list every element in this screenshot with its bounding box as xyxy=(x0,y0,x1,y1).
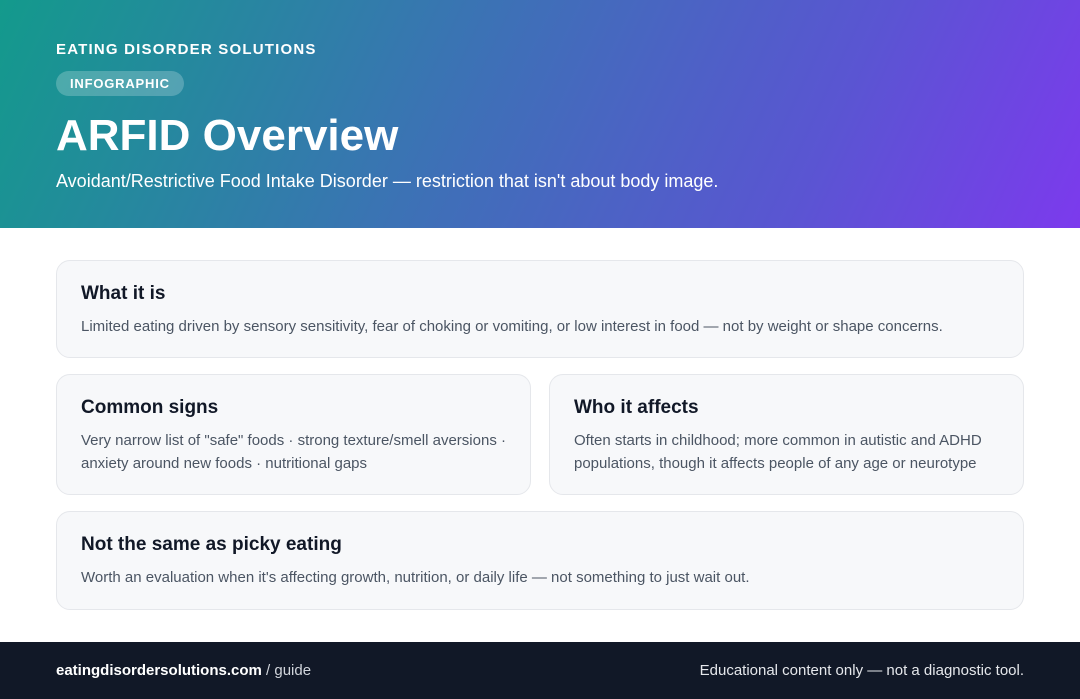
footer-disclaimer: Educational content only — not a diagnos… xyxy=(699,662,1024,679)
category-badge: INFOGRAPHIC xyxy=(56,71,184,96)
hero-header: EATING DISORDER SOLUTIONS INFOGRAPHIC AR… xyxy=(0,0,1080,228)
card-who-it-affects: Who it affects Often starts in childhood… xyxy=(549,374,1024,495)
card-title: Not the same as picky eating xyxy=(81,534,342,555)
card-title: Who it affects xyxy=(574,397,699,418)
brand-name: EATING DISORDER SOLUTIONS xyxy=(56,41,317,58)
footer-domain-link[interactable]: eatingdisordersolutions.com xyxy=(56,662,262,679)
card-not-picky-eating: Not the same as picky eating Worth an ev… xyxy=(56,511,1024,610)
page-title: ARFID Overview xyxy=(56,111,399,160)
footer-source: eatingdisordersolutions.com / guide xyxy=(56,662,311,680)
card-title: Common signs xyxy=(81,397,219,418)
card-body: Very narrow list of "safe" foods · stron… xyxy=(81,432,506,472)
card-what-it-is: What it is Limited eating driven by sens… xyxy=(56,260,1024,358)
page-footer: eatingdisordersolutions.com / guide Educ… xyxy=(0,642,1080,699)
card-body: Limited eating driven by sensory sensiti… xyxy=(81,318,943,335)
footer-guide-label: / guide xyxy=(261,662,312,679)
page-subtitle: Avoidant/Restrictive Food Intake Disorde… xyxy=(56,171,719,191)
card-common-signs: Common signs Very narrow list of "safe" … xyxy=(56,374,531,495)
card-body: Often starts in childhood; more common i… xyxy=(574,432,982,472)
infographic-page: EATING DISORDER SOLUTIONS INFOGRAPHIC AR… xyxy=(0,0,1080,699)
card-body: Worth an evaluation when it's affecting … xyxy=(81,569,750,586)
card-title: What it is xyxy=(81,283,166,304)
